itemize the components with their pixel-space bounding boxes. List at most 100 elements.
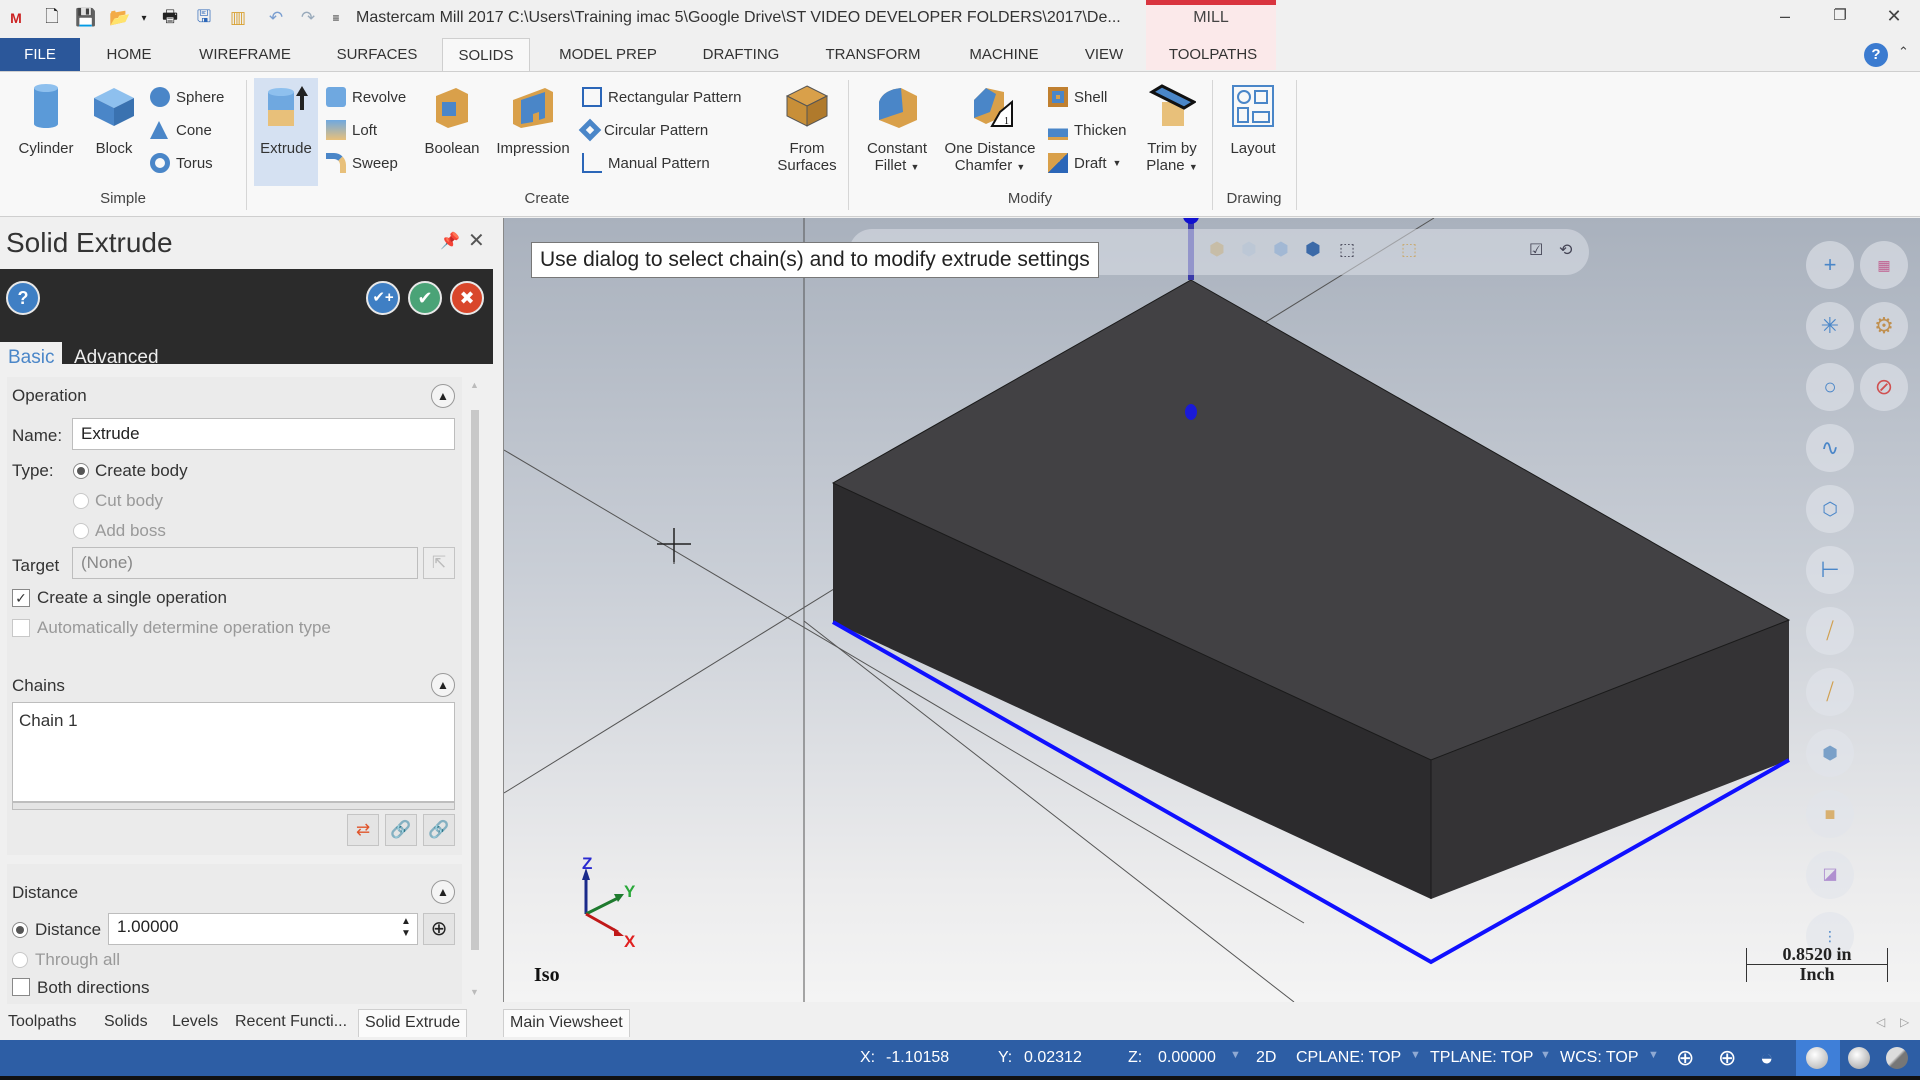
select-face-icon[interactable]: ⬢ bbox=[1241, 239, 1257, 260]
one-distance-chamfer-button[interactable]: 1 One Distance Chamfer ▼ bbox=[938, 78, 1042, 186]
wcs-dropdown-icon[interactable]: ▼ bbox=[1648, 1049, 1659, 1061]
cancel-button[interactable]: ✖ bbox=[450, 281, 484, 315]
ok-button[interactable]: ✔ bbox=[408, 281, 442, 315]
panel-scrollbar[interactable]: ▲ ▼ bbox=[470, 380, 480, 1000]
cone-button[interactable]: Cone bbox=[150, 117, 212, 143]
tab-home[interactable]: HOME bbox=[96, 38, 162, 72]
color-palette-icon[interactable]: ▦ bbox=[1860, 241, 1908, 289]
boolean-button[interactable]: Boolean bbox=[418, 78, 486, 186]
z-coord-value[interactable]: 0.00000 bbox=[1158, 1049, 1216, 1067]
wireframe-display-icon[interactable]: ⊕ bbox=[1676, 1045, 1694, 1071]
tab-main-viewsheet[interactable]: Main Viewsheet bbox=[503, 1009, 630, 1037]
cylinder-button[interactable]: Cylinder bbox=[10, 78, 82, 186]
select-all-icon[interactable]: ⬢ bbox=[1305, 239, 1321, 260]
both-directions-checkbox[interactable] bbox=[12, 978, 30, 996]
create-body-radio[interactable] bbox=[73, 463, 89, 479]
pick-distance-button[interactable]: ⊕ bbox=[423, 913, 455, 945]
distance-radio[interactable] bbox=[12, 922, 28, 938]
auto-determine-checkbox[interactable] bbox=[12, 619, 30, 637]
z-coord-label[interactable]: Z: bbox=[1128, 1049, 1142, 1067]
solid-box-icon[interactable]: ■ bbox=[1806, 790, 1854, 838]
print-icon[interactable]: 🖶 bbox=[158, 6, 182, 30]
distance-spinner[interactable]: ▲ ▼ bbox=[401, 916, 411, 940]
settings-gear-icon[interactable]: ⚙ bbox=[1860, 302, 1908, 350]
tab-file[interactable]: FILE bbox=[0, 38, 80, 72]
collapse-chains-icon[interactable]: ▲ bbox=[431, 673, 455, 697]
snap-center-icon[interactable]: ○ bbox=[1806, 363, 1854, 411]
translucency-icon[interactable] bbox=[1886, 1047, 1908, 1069]
select-target-button[interactable]: ⇱ bbox=[423, 547, 455, 579]
tab-drafting[interactable]: DRAFTING bbox=[690, 38, 792, 72]
select-body-icon[interactable]: ⬢ bbox=[1273, 239, 1289, 260]
cplane-dropdown-icon[interactable]: ▼ bbox=[1410, 1049, 1421, 1061]
collapse-distance-icon[interactable]: ▲ bbox=[431, 880, 455, 904]
collapse-ribbon-icon[interactable]: ⌃ bbox=[1898, 44, 1909, 60]
shaded-cube-icon[interactable]: ⬢ bbox=[1806, 729, 1854, 777]
undo-icon[interactable]: ↶ bbox=[264, 6, 288, 30]
reverse-chain-button[interactable]: ⇄ bbox=[347, 814, 379, 846]
loft-button[interactable]: Loft bbox=[326, 117, 377, 143]
save-icon[interactable]: 💾 bbox=[74, 6, 98, 30]
hidden-line-removed-icon[interactable]: ◒ bbox=[1760, 1045, 1773, 1071]
tplane-selector[interactable]: TPLANE: TOP bbox=[1430, 1049, 1533, 1067]
tab-solids-manager[interactable]: Solids bbox=[104, 1009, 148, 1037]
viewsheet-scroll-left-icon[interactable]: ◁ bbox=[1876, 1015, 1885, 1029]
new-file-icon[interactable]: 🗋 bbox=[40, 6, 64, 30]
sweep-button[interactable]: Sweep bbox=[326, 150, 398, 176]
tab-solid-extrude[interactable]: Solid Extrude bbox=[358, 1009, 468, 1037]
z-dropdown-icon[interactable]: ▼ bbox=[1230, 1049, 1241, 1061]
tab-toolpaths-manager[interactable]: Toolpaths bbox=[8, 1009, 77, 1037]
wireframe-cube-icon[interactable]: ⬡ bbox=[1806, 485, 1854, 533]
open-icon[interactable]: 📂 bbox=[108, 6, 132, 30]
thicken-button[interactable]: Thicken bbox=[1048, 117, 1127, 143]
chain-list[interactable]: Chain 1 bbox=[12, 702, 455, 802]
sphere-button[interactable]: Sphere bbox=[150, 84, 224, 110]
tab-toolpaths[interactable]: TOOLPATHS bbox=[1158, 38, 1268, 72]
tab-recent-functions[interactable]: Recent Functi... bbox=[235, 1009, 347, 1037]
close-panel-icon[interactable]: ✕ bbox=[468, 228, 485, 253]
cut-body-radio[interactable] bbox=[73, 493, 89, 509]
tab-machine[interactable]: MACHINE bbox=[956, 38, 1052, 72]
single-operation-checkbox[interactable]: ✓ bbox=[12, 589, 30, 607]
shell-button[interactable]: Shell bbox=[1048, 84, 1107, 110]
tab-advanced[interactable]: Advanced bbox=[66, 342, 167, 373]
chain-list-hscroll[interactable] bbox=[12, 802, 455, 810]
manual-pattern-button[interactable]: Manual Pattern bbox=[582, 150, 710, 176]
trim-by-plane-button[interactable]: Trim by Plane ▼ bbox=[1140, 78, 1204, 186]
zip2go-icon[interactable]: ▥ bbox=[226, 6, 250, 30]
hidden-line-display-icon[interactable]: ⊕ bbox=[1718, 1045, 1736, 1071]
wcs-selector[interactable]: WCS: TOP bbox=[1560, 1049, 1639, 1067]
from-surfaces-button[interactable]: From Surfaces bbox=[770, 78, 844, 186]
rectangular-pattern-button[interactable]: Rectangular Pattern bbox=[582, 84, 741, 110]
restore-button[interactable]: ❐ bbox=[1820, 6, 1860, 32]
no-snap-icon[interactable]: ⊘ bbox=[1860, 363, 1908, 411]
layout-button[interactable]: Layout bbox=[1220, 78, 1286, 186]
tab-levels-manager[interactable]: Levels bbox=[172, 1009, 218, 1037]
through-all-radio[interactable] bbox=[12, 952, 28, 968]
measure-icon[interactable]: ⧸ bbox=[1806, 668, 1854, 716]
tab-surfaces[interactable]: SURFACES bbox=[328, 38, 426, 72]
window-select-icon[interactable]: ⬚ bbox=[1401, 240, 1417, 260]
tab-wireframe[interactable]: WIREFRAME bbox=[190, 38, 300, 72]
snap-midpoint-icon[interactable]: ✳ bbox=[1806, 302, 1854, 350]
constant-fillet-button[interactable]: Constant Fillet ▼ bbox=[856, 78, 938, 186]
extrude-button[interactable]: Extrude bbox=[254, 78, 318, 186]
help-button[interactable]: ? bbox=[6, 281, 40, 315]
target-input[interactable]: (None) bbox=[72, 547, 418, 579]
draft-button[interactable]: Draft ▼ bbox=[1048, 150, 1121, 176]
viewsheet-scroll-right-icon[interactable]: ▷ bbox=[1900, 1015, 1909, 1029]
shaded-display-icon[interactable] bbox=[1806, 1047, 1828, 1069]
select-solid-icon[interactable]: ⬢ bbox=[1209, 239, 1225, 260]
layer-icon[interactable]: ◪ bbox=[1806, 851, 1854, 899]
customize-qat-icon[interactable]: ≡ bbox=[324, 6, 348, 30]
select-cursor-icon[interactable]: ⬚ bbox=[1339, 240, 1355, 260]
pin-icon[interactable]: 📌 bbox=[440, 231, 460, 251]
circular-pattern-button[interactable]: Circular Pattern bbox=[578, 117, 708, 143]
close-window-button[interactable]: ✕ bbox=[1874, 6, 1914, 32]
scroll-up-icon[interactable]: ▲ bbox=[470, 380, 479, 390]
dimension-icon[interactable]: ⊢ bbox=[1806, 546, 1854, 594]
chain-list-item[interactable]: Chain 1 bbox=[19, 711, 78, 731]
redo-icon[interactable]: ↷ bbox=[296, 6, 320, 30]
ok-and-create-new-button[interactable]: ✔+ bbox=[366, 281, 400, 315]
impression-button[interactable]: Impression bbox=[490, 78, 576, 186]
